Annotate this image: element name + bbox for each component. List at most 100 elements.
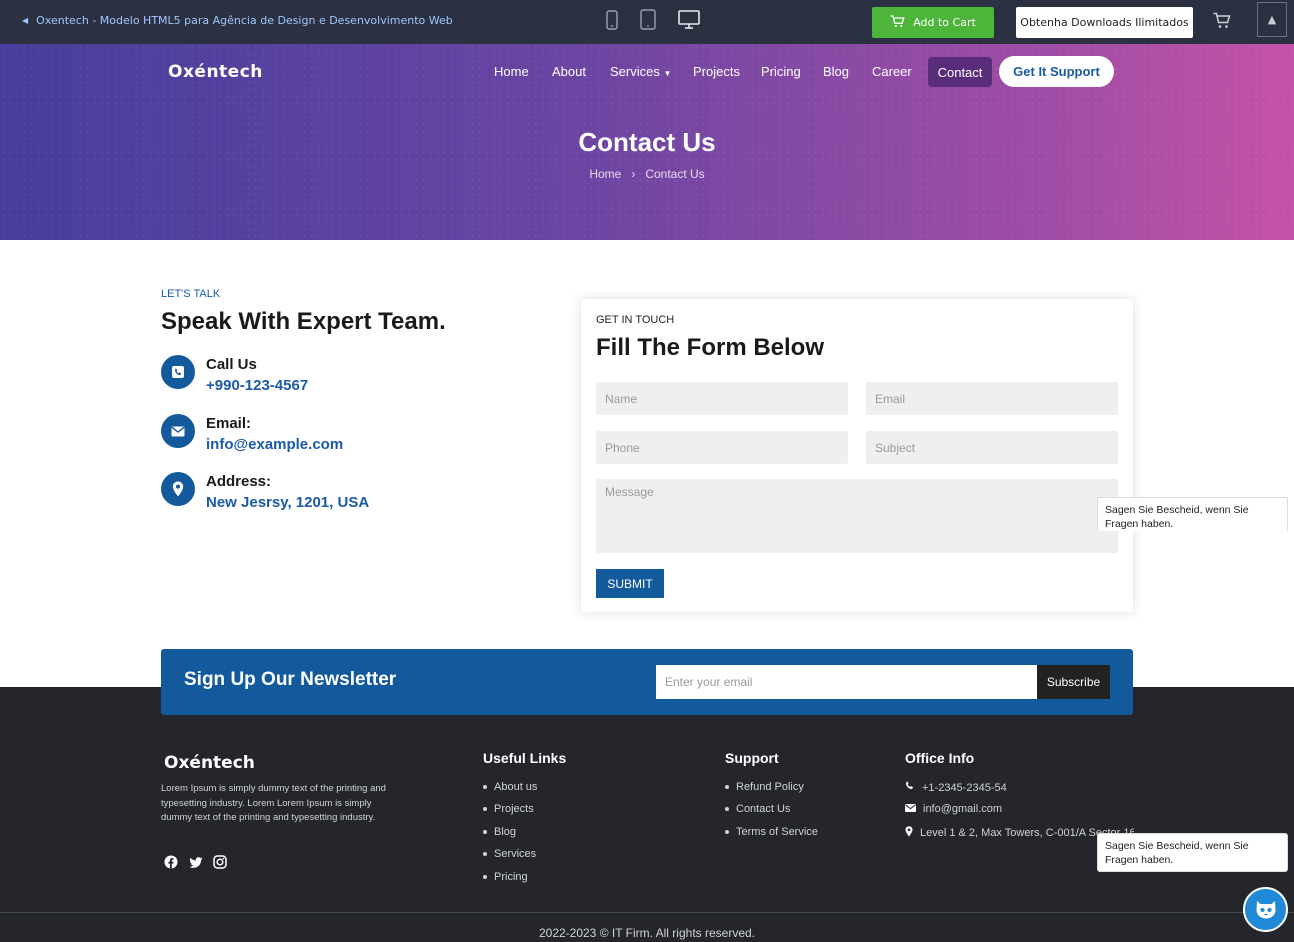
support-title: Support [725,750,779,766]
cart-icon[interactable] [1213,12,1231,33]
bullet-icon [725,830,729,834]
contact-phone-label: Call Us [206,356,257,373]
footer-logo[interactable]: Oxéntech [164,753,255,773]
contact-title: Speak With Expert Team. [161,308,446,335]
back-arrow-icon: ◀ [22,16,29,25]
chat-tooltip: Sagen Sie Bescheid, wenn Sie Fragen habe… [1097,833,1288,872]
desktop-icon[interactable] [678,9,700,34]
bullet-icon [483,875,487,879]
subject-field[interactable] [866,431,1118,464]
footer-link-refund[interactable]: Refund Policy [725,781,804,793]
footer-description: Lorem Ipsum is simply dummy text of the … [161,783,386,823]
contact-form-card: GET IN TOUCH Fill The Form Below SUBMIT [581,299,1133,612]
footer-link-projects[interactable]: Projects [483,803,534,815]
phone-icon [161,355,195,389]
newsletter-title: Sign Up Our Newsletter [184,669,397,690]
office-email-value: info@gmail.com [923,803,1003,815]
nav-about[interactable]: About [552,64,586,79]
office-phone-value: +1-2345-2345-54 [922,781,1007,794]
form-title: Fill The Form Below [596,334,825,361]
useful-links-title: Useful Links [483,750,567,766]
breadcrumb-separator: › [631,167,636,181]
phone-field[interactable] [596,431,848,464]
bullet-icon [483,807,487,811]
footer-link-terms[interactable]: Terms of Service [725,826,818,838]
tablet-icon[interactable] [640,9,656,34]
chat-tooltip-line2: Fragen haben. [1105,518,1174,530]
submit-button[interactable]: SUBMIT [596,569,664,598]
contact-email-value[interactable]: info@example.com [206,436,343,453]
nav-pricing[interactable]: Pricing [761,64,801,79]
contact-phone-value[interactable]: +990-123-4567 [206,377,308,394]
footer-link-services[interactable]: Services [483,848,536,860]
nav-services-label: Services [610,64,660,79]
mobile-icon[interactable] [606,9,618,34]
contact-address: Address: New Jesrsy, 1201, USA [161,472,370,511]
newsletter-email-input[interactable] [656,665,1037,699]
map-pin-icon [905,826,913,840]
nav-services[interactable]: Services ▼ [610,64,671,79]
footer-link-label: Contact Us [736,803,791,815]
contact-eyebrow: LET'S TALK [161,288,221,300]
contact-phone: Call Us +990-123-4567 [161,355,308,394]
nav-contact[interactable]: Contact [928,57,992,87]
breadcrumb-home[interactable]: Home [589,167,621,181]
add-to-cart-label: Add to Cart [913,16,976,29]
bullet-icon [483,785,487,789]
footer-link-label: Blog [494,826,517,838]
instagram-icon[interactable] [213,854,227,873]
downloads-button[interactable]: Obtenha Downloads Ilimitados [1016,7,1193,38]
chat-tooltip-line1: Sagen Sie Bescheid, wenn Sie [1105,504,1249,516]
footer-link-contact[interactable]: Contact Us [725,803,790,815]
nav-projects[interactable]: Projects [693,64,740,79]
back-link[interactable]: ◀ Oxentech - Modelo HTML5 para Agência d… [22,14,453,27]
device-switcher [606,9,700,34]
bullet-icon [725,785,729,789]
contact-email: Email: info@example.com [161,414,343,453]
breadcrumb: Home › Contact Us [0,167,1294,181]
nav-career[interactable]: Career [872,64,912,79]
nav-blog[interactable]: Blog [823,64,849,79]
footer-link-label: Projects [494,803,534,815]
twitter-icon[interactable] [189,854,203,873]
office-info-title: Office Info [905,750,975,766]
chat-tooltip: Sagen Sie Bescheid, wenn Sie Fragen habe… [1097,497,1288,531]
bullet-icon [483,852,487,856]
chat-tooltip-line1: Sagen Sie Bescheid, wenn Sie [1105,840,1249,852]
facebook-icon[interactable] [164,854,178,873]
contact-address-value: New Jesrsy, 1201, USA [206,494,370,511]
footer-link-label: Services [494,848,537,860]
nav-home[interactable]: Home [494,64,529,79]
office-phone: +1-2345-2345-54 [905,781,1007,794]
footer-link-about[interactable]: About us [483,781,537,793]
map-pin-icon [161,472,195,506]
dropdown-caret-icon: ▼ [663,69,672,78]
add-to-cart-button[interactable]: Add to Cart [872,7,994,38]
contact-email-label: Email: [206,415,252,432]
phone-icon [905,781,915,794]
preview-bar: ◀ Oxentech - Modelo HTML5 para Agência d… [0,0,1294,44]
breadcrumb-current: Contact Us [645,167,705,181]
chat-tooltip-line2: Fragen haben. [1105,854,1174,866]
footer-link-pricing[interactable]: Pricing [483,871,528,883]
get-support-button[interactable]: Get It Support [999,56,1114,87]
collapse-bar-button[interactable]: ▲ [1257,2,1287,37]
bullet-icon [725,807,729,811]
caret-up-icon: ▲ [1267,13,1277,26]
footer-divider [0,912,1294,913]
email-field[interactable] [866,382,1118,415]
chat-widget-button[interactable] [1243,887,1288,932]
subscribe-button[interactable]: Subscribe [1037,665,1110,699]
footer-link-label: Terms of Service [736,826,818,838]
footer-link-blog[interactable]: Blog [483,826,516,838]
copyright: 2022-2023 © IT Firm. All rights reserved… [538,926,756,940]
newsletter-bar: Sign Up Our Newsletter Subscribe [161,649,1133,715]
back-link-label: Oxentech - Modelo HTML5 para Agência de … [36,14,453,27]
cart-icon [890,14,905,31]
name-field[interactable] [596,382,848,415]
form-eyebrow: GET IN TOUCH [596,314,675,326]
page-header: Oxéntech Home About Services ▼ Projects … [0,44,1294,240]
message-field[interactable] [596,479,1118,553]
office-email: info@gmail.com [905,803,1002,815]
site-logo[interactable]: Oxéntech [168,62,263,82]
